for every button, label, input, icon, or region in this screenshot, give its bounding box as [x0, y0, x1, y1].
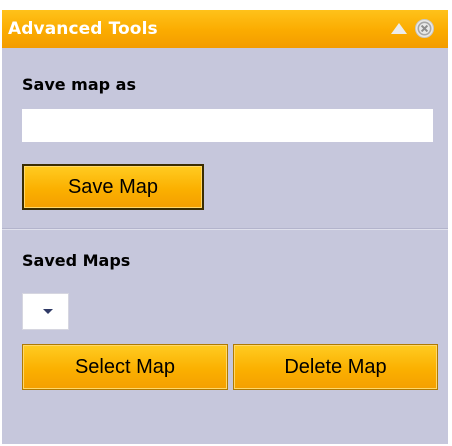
- collapse-triangle-icon[interactable]: [391, 23, 407, 34]
- map-name-input[interactable]: [22, 109, 433, 142]
- close-icon[interactable]: [415, 19, 434, 38]
- advanced-tools-panel: Advanced Tools Save map as Save Map Save…: [2, 10, 448, 444]
- delete-map-button[interactable]: Delete Map: [233, 344, 438, 390]
- saved-maps-dropdown[interactable]: [22, 293, 69, 330]
- panel-title-bar: Advanced Tools: [2, 10, 448, 48]
- chevron-down-icon: [43, 309, 53, 314]
- save-map-button-label: Save Map: [67, 175, 159, 198]
- section-divider: [2, 228, 448, 230]
- save-map-as-label: Save map as: [22, 75, 136, 94]
- delete-map-button-label: Delete Map: [284, 355, 387, 378]
- saved-maps-label: Saved Maps: [22, 251, 131, 270]
- select-map-button[interactable]: Select Map: [22, 344, 228, 390]
- save-map-button[interactable]: Save Map: [22, 164, 204, 210]
- select-map-button-label: Select Map: [74, 355, 176, 378]
- panel-title: Advanced Tools: [8, 19, 158, 39]
